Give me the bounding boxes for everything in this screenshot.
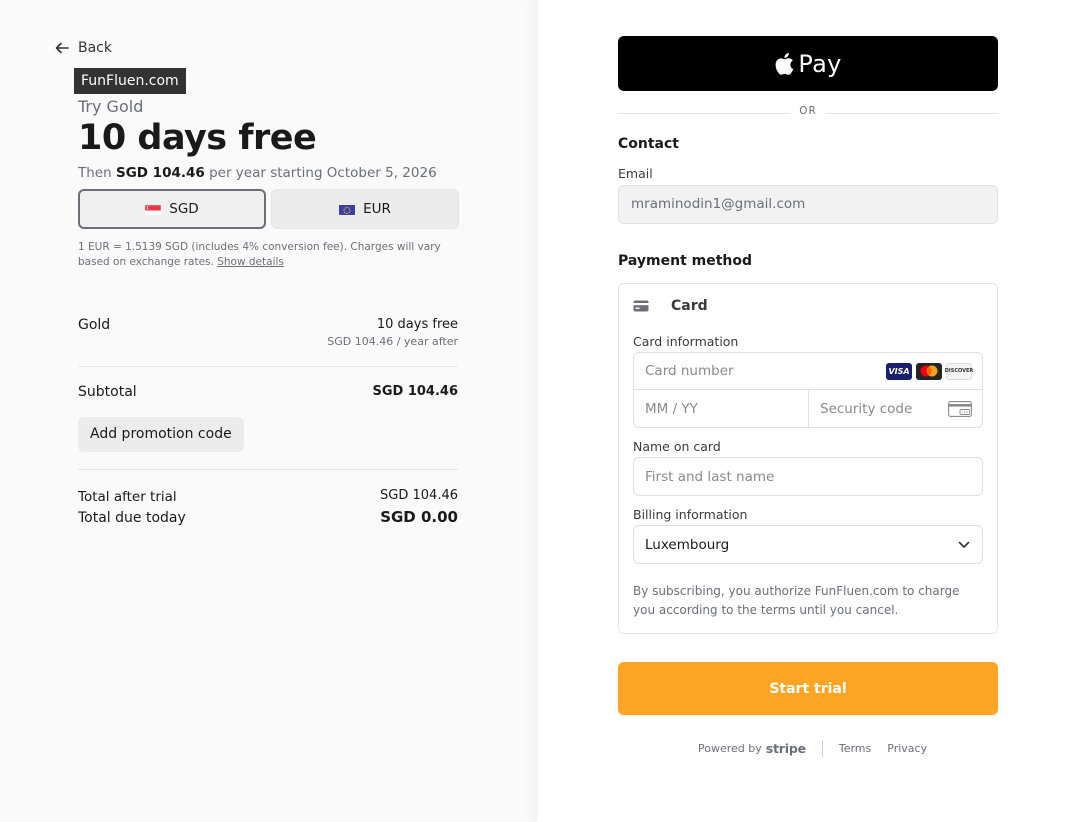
total-after-trial-value: SGD 104.46: [380, 488, 458, 503]
security-code-placeholder: Security code: [820, 400, 913, 417]
total-due-value: SGD 0.00: [380, 508, 458, 526]
or-separator: OR: [799, 105, 817, 117]
add-promotion-code-button[interactable]: Add promotion code: [78, 417, 244, 452]
total-due-label: Total due today: [78, 510, 186, 526]
card-brands: VISA DISCOVER: [886, 362, 973, 380]
line-item-detail: SGD 104.46 / year after: [327, 335, 458, 348]
apple-logo-icon: [775, 52, 794, 75]
divider: [826, 113, 998, 114]
divider: [618, 113, 790, 114]
checkout-form-panel: Pay OR Contact Email mraminodin1@gmail.c…: [538, 0, 1074, 822]
eu-flag-icon: [339, 204, 356, 215]
renewal-amount: SGD 104.46: [115, 165, 205, 181]
divider: [821, 740, 823, 757]
line-item-name: Gold: [78, 317, 111, 333]
back-label: Back: [78, 40, 112, 56]
currency-label-sgd: SGD: [169, 201, 199, 217]
exchange-rate-note: 1 EUR = 1.5139 SGD (includes 4% conversi…: [78, 240, 458, 270]
card-number-input[interactable]: Card number VISA DISCOVER: [633, 352, 983, 390]
credit-card-icon: [633, 300, 649, 312]
security-code-input[interactable]: Security code: [808, 389, 983, 428]
apple-pay-button[interactable]: Pay: [618, 36, 998, 91]
card-tab[interactable]: Card: [633, 298, 708, 314]
mastercard-icon: [916, 362, 942, 380]
powered-by-label: Powered by: [698, 742, 762, 755]
cvc-card-icon: [948, 400, 972, 417]
email-field[interactable]: mraminodin1@gmail.com: [618, 185, 998, 224]
privacy-link[interactable]: Privacy: [887, 742, 927, 755]
expiry-input[interactable]: MM / YY: [633, 389, 809, 428]
discover-icon: DISCOVER: [945, 362, 973, 380]
arrow-left-icon: [55, 42, 69, 54]
currency-option-sgd[interactable]: SGD: [78, 189, 266, 229]
card-information-label: Card information: [633, 334, 739, 349]
terms-link[interactable]: Terms: [839, 742, 871, 755]
order-summary-panel: Back FunFluen.com Try Gold 10 days free …: [0, 0, 538, 822]
footer: Powered by stripe Terms Privacy: [698, 740, 943, 757]
contact-heading: Contact: [618, 136, 679, 152]
email-label: Email: [618, 166, 653, 181]
billing-information-label: Billing information: [633, 507, 748, 522]
line-item-price: 10 days free: [376, 317, 458, 332]
subtotal-value: SGD 104.46: [372, 384, 458, 399]
visa-icon: VISA: [886, 362, 912, 380]
singapore-flag-icon: [145, 204, 162, 215]
divider: [78, 469, 458, 470]
chevron-down-icon: [958, 541, 970, 548]
currency-option-eur[interactable]: EUR: [271, 189, 459, 229]
show-details-link[interactable]: Show details: [217, 256, 284, 268]
authorization-text: By subscribing, you authorize FunFluen.c…: [633, 584, 960, 617]
stripe-logo[interactable]: stripe: [766, 741, 806, 756]
renewal-suffix: per year starting October 5, 2026: [204, 165, 437, 181]
card-number-placeholder: Card number: [645, 363, 734, 379]
trial-headline: 10 days free: [78, 118, 317, 158]
country-value: Luxembourg: [645, 536, 730, 553]
renewal-text: Then SGD 104.46 per year starting Octobe…: [78, 165, 437, 181]
renewal-prefix: Then: [78, 165, 116, 181]
apple-pay-label: Pay: [798, 49, 842, 78]
divider: [78, 366, 458, 367]
payment-method-heading: Payment method: [618, 253, 753, 269]
currency-label-eur: EUR: [363, 201, 391, 217]
plan-title: Try Gold: [78, 97, 144, 116]
start-trial-button[interactable]: Start trial: [618, 662, 998, 715]
country-select[interactable]: Luxembourg: [633, 525, 983, 564]
card-payment-box: Card Card information Card number VISA D…: [618, 283, 998, 634]
brand-name: FunFluen.com: [74, 68, 186, 94]
total-after-trial-label: Total after trial: [78, 489, 177, 505]
name-on-card-label: Name on card: [633, 439, 721, 454]
card-tab-label: Card: [671, 298, 708, 314]
subtotal-label: Subtotal: [78, 384, 137, 400]
name-on-card-input[interactable]: First and last name: [633, 457, 983, 496]
back-link[interactable]: Back: [54, 40, 112, 56]
